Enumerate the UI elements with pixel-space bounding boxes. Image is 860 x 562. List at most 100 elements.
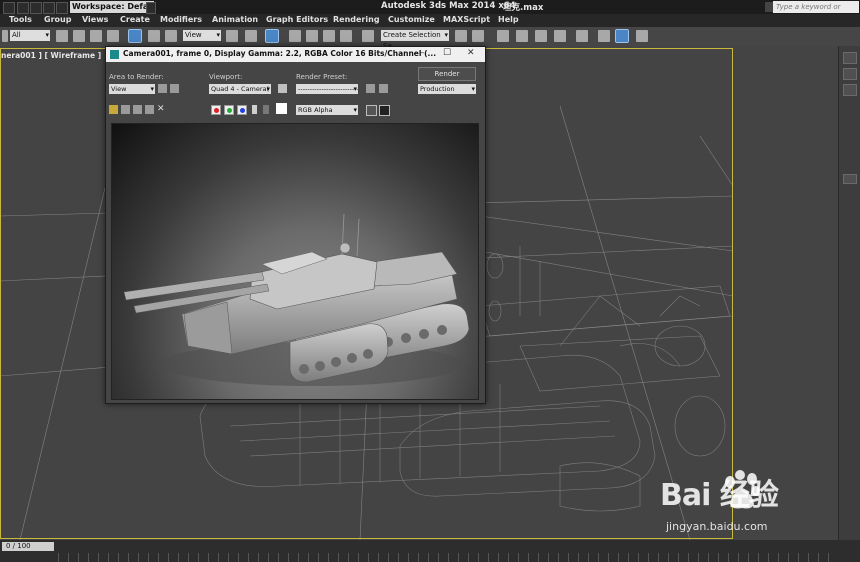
timeline-ticks[interactable]	[58, 553, 838, 562]
snaps-toggle-icon[interactable]	[289, 30, 301, 42]
layer-manager-icon[interactable]	[497, 30, 509, 42]
viewport-label-text: Viewport:	[209, 73, 243, 81]
area-to-render-label: Area to Render:	[109, 73, 164, 81]
menu-group[interactable]: Group	[44, 15, 71, 24]
edit-region-icon[interactable]	[158, 84, 167, 93]
select-object-icon[interactable]	[56, 30, 68, 42]
red-channel-toggle[interactable]	[211, 105, 221, 115]
menu-bar: Tools Group Views Create Modifiers Anima…	[0, 14, 860, 27]
command-panel	[838, 46, 860, 540]
copy-image-icon[interactable]	[121, 105, 130, 114]
time-slider[interactable]: 0 / 100	[2, 542, 54, 551]
toggle-ui-overlay-icon[interactable]	[366, 105, 377, 116]
render-preset-dropdown[interactable]: ----------------------------	[296, 84, 358, 94]
render-image-canvas	[111, 123, 479, 400]
panel-tab-create-icon[interactable]	[843, 52, 857, 64]
render-window-app-icon	[110, 50, 119, 59]
close-icon[interactable]: ✕	[467, 48, 475, 58]
named-selection-dropdown[interactable]: Create Selection Se	[381, 30, 449, 50]
select-by-name-icon[interactable]	[73, 30, 85, 42]
lock-icon[interactable]	[278, 84, 287, 93]
menu-graph-editors[interactable]: Graph Editors	[266, 15, 328, 24]
blue-channel-toggle[interactable]	[237, 105, 247, 115]
reference-coordinate-dropdown[interactable]: View	[183, 30, 221, 41]
rendered-frame-window[interactable]: Camera001, frame 0, Display Gamma: 2.2, …	[105, 46, 486, 404]
menu-rendering[interactable]: Rendering	[333, 15, 380, 24]
app-menu-icon[interactable]	[3, 2, 15, 14]
menu-animation[interactable]: Animation	[212, 15, 258, 24]
keyboard-shortcut-icon[interactable]	[265, 29, 279, 43]
search-input[interactable]: Type a keyword or phrase	[773, 1, 859, 23]
area-to-render-dropdown[interactable]: View	[109, 84, 155, 94]
watermark-url: jingyan.baidu.com	[666, 520, 768, 533]
menu-help[interactable]: Help	[498, 15, 519, 24]
material-editor-icon[interactable]	[576, 30, 588, 42]
rect-selection-icon[interactable]	[90, 30, 102, 42]
render-preset-label: Render Preset:	[296, 73, 348, 81]
spinner-snap-icon[interactable]	[340, 30, 352, 42]
panel-tab-modify-icon[interactable]	[843, 68, 857, 80]
chevron-down-icon[interactable]	[146, 2, 156, 14]
open-icon[interactable]	[56, 2, 68, 14]
window-crossing-icon[interactable]	[107, 30, 119, 42]
render-window-titlebar[interactable]: Camera001, frame 0, Display Gamma: 2.2, …	[106, 47, 485, 62]
save-icon[interactable]	[43, 2, 55, 14]
menu-views[interactable]: Views	[82, 15, 108, 24]
menu-create[interactable]: Create	[120, 15, 150, 24]
monochrome-icon[interactable]	[263, 105, 269, 114]
minimize-icon[interactable]: –	[420, 48, 425, 58]
render-production-icon[interactable]	[636, 30, 648, 42]
green-channel-toggle[interactable]	[224, 105, 234, 115]
schematic-view-icon[interactable]	[554, 30, 566, 42]
print-icon[interactable]	[145, 105, 154, 114]
selection-filter-dropdown[interactable]: All	[10, 30, 50, 41]
title-bar: Workspace: Defa Autodesk 3ds Max 2014 x6…	[0, 0, 860, 23]
menu-modifiers[interactable]: Modifiers	[160, 15, 202, 24]
angle-snap-icon[interactable]	[306, 30, 318, 42]
percent-snap-icon[interactable]	[323, 30, 335, 42]
swatch-icon[interactable]	[276, 103, 287, 114]
render-setup-small-icon[interactable]	[366, 84, 375, 93]
undo-icon[interactable]	[17, 2, 29, 14]
menu-customize[interactable]: Customize	[388, 15, 435, 24]
menu-maxscript[interactable]: MAXScript	[443, 15, 490, 24]
menu-tools[interactable]: Tools	[9, 15, 32, 24]
binoculars-icon[interactable]	[765, 2, 773, 12]
toolbar-grip-icon	[2, 30, 8, 42]
baidu-watermark: Bai 经验 jingyan.baidu.com	[660, 470, 860, 540]
redo-icon[interactable]	[30, 2, 42, 14]
curve-editor-icon[interactable]	[535, 30, 547, 42]
file-name: 坦克.max	[503, 3, 544, 13]
clear-icon[interactable]: ✕	[157, 105, 166, 114]
rendered-frame-window-icon[interactable]	[615, 29, 629, 43]
save-image-icon[interactable]	[109, 105, 118, 114]
panel-scroll-icon[interactable]	[843, 174, 857, 184]
environment-icon[interactable]	[379, 84, 388, 93]
viewport-dropdown[interactable]: Quad 4 - Camera(	[209, 84, 271, 94]
main-toolbar: All View Create Selection Se	[0, 27, 860, 50]
edit-named-selection-icon[interactable]	[362, 30, 374, 42]
rotate-icon[interactable]	[148, 30, 160, 42]
production-dropdown[interactable]: Production	[418, 84, 476, 94]
render-setup-icon[interactable]	[598, 30, 610, 42]
pivot-center-icon[interactable]	[226, 30, 238, 42]
render-button[interactable]: Render	[418, 67, 476, 81]
mirror-icon[interactable]	[455, 30, 467, 42]
workspace-dropdown[interactable]: Workspace: Defa	[70, 1, 154, 13]
graphite-tools-icon[interactable]	[516, 30, 528, 42]
select-manipulate-icon[interactable]	[245, 30, 257, 42]
render-window-title: Camera001, frame 0, Display Gamma: 2.2, …	[123, 49, 437, 58]
align-icon[interactable]	[472, 30, 484, 42]
panel-tab-hierarchy-icon[interactable]	[843, 84, 857, 96]
rendered-tank-image	[123, 213, 470, 386]
toggle-ui-icon[interactable]	[379, 105, 390, 116]
viewport-label[interactable]: nera001 ] [ Wireframe ]	[1, 51, 101, 60]
scale-icon[interactable]	[165, 30, 177, 42]
auto-region-icon[interactable]	[170, 84, 179, 93]
move-icon[interactable]	[128, 29, 142, 43]
alpha-toggle-icon[interactable]	[252, 105, 257, 114]
display-channel-dropdown[interactable]: RGB Alpha	[296, 105, 358, 115]
maximize-icon[interactable]: ☐	[443, 48, 451, 58]
paw-logo-icon	[725, 470, 760, 509]
clone-window-icon[interactable]	[133, 105, 142, 114]
